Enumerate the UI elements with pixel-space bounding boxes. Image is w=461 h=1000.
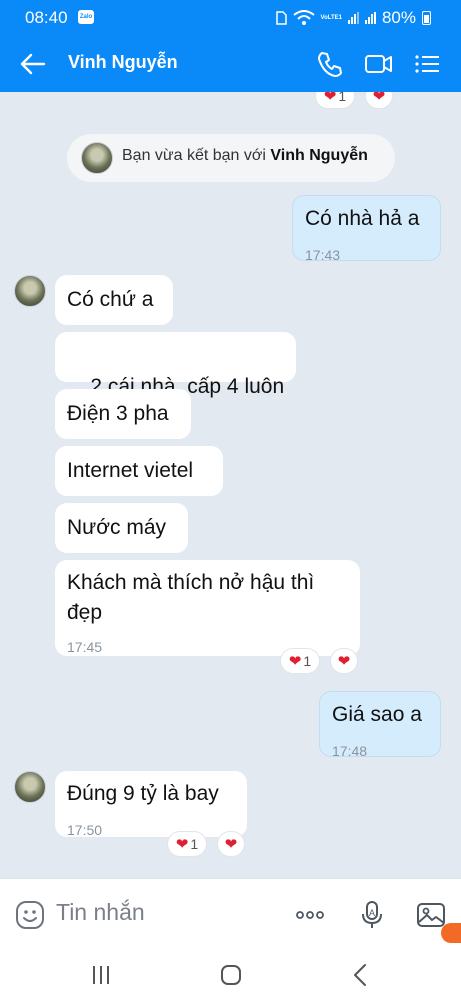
message-composer: Tin nhắn A [0, 878, 461, 950]
message-text: Đúng 9 tỷ là bay [67, 782, 219, 805]
reaction-count-pill[interactable]: ❤ 1 [168, 832, 206, 856]
system-message-name: Vinh Nguyễn [270, 147, 368, 164]
phone-icon[interactable] [315, 49, 345, 79]
reaction-count-pill[interactable]: ❤ 1 [316, 92, 354, 108]
message-bubble-outgoing[interactable]: Giá sao a 17:48 [319, 691, 441, 759]
heart-react-button[interactable]: ❤ [331, 649, 357, 673]
system-navigation-bar [0, 950, 461, 1000]
message-text-line: Khách mà thích nở hậu thì [67, 571, 315, 594]
message-text-line: đẹp [67, 601, 103, 624]
nav-back-icon[interactable] [346, 962, 376, 988]
battery-icon [422, 11, 431, 25]
reaction-count: 1 [303, 653, 312, 669]
message-bubble-incoming[interactable]: 2 cái nhà cấp 4 luôn [55, 332, 296, 398]
status-time: 08:40 [25, 8, 68, 27]
message-text: Nước máy [67, 516, 167, 539]
message-text: Giá sao a [332, 703, 422, 726]
menu-icon[interactable] [412, 49, 442, 79]
battery-percent: 80% [381, 8, 416, 27]
sticker-icon[interactable] [14, 899, 46, 931]
system-message-text: Bạn vừa kết bạn với Vinh Nguyễn [122, 147, 368, 165]
wifi-icon [292, 10, 315, 25]
message-bubble-incoming[interactable]: Điện 3 pha [55, 389, 191, 439]
message-time: 17:43 [305, 247, 341, 263]
status-indicators: VoLTE1 80% [275, 8, 431, 28]
mic-icon[interactable]: A [356, 899, 388, 931]
reaction-count: 1 [190, 836, 199, 852]
message-text: Có chứ a [67, 288, 154, 311]
avatar[interactable] [14, 275, 46, 307]
status-bar: 08:40 Zalo VoLTE1 80% [0, 0, 461, 36]
signal-icon [347, 12, 359, 24]
message-bubble-incoming[interactable]: Nước máy [55, 503, 188, 553]
heart-react-button[interactable]: ❤ [366, 92, 392, 108]
reaction-count: 1 [338, 92, 347, 104]
heart-icon: ❤ [323, 92, 337, 105]
message-bubble-incoming[interactable]: Có chứ a [55, 275, 173, 325]
avatar[interactable] [81, 142, 113, 174]
chat-header: Vinh Nguyễn [0, 36, 461, 92]
message-time: 17:50 [67, 822, 103, 838]
heart-icon: ❤ [175, 835, 189, 853]
heart-icon: ❤ [372, 92, 386, 105]
heart-icon: ❤ [337, 652, 351, 670]
signal-2-icon [364, 12, 376, 24]
heart-react-button[interactable]: ❤ [218, 832, 244, 856]
video-call-icon[interactable] [364, 49, 394, 79]
message-bubble-incoming[interactable]: Đúng 9 tỷ là bay 17:50 [55, 771, 247, 838]
message-input[interactable]: Tin nhắn [56, 899, 145, 926]
avatar[interactable] [14, 771, 46, 803]
heart-icon: ❤ [224, 835, 238, 853]
message-bubble-incoming[interactable]: Khách mà thích nở hậu thì đẹp 17:45 [55, 560, 360, 656]
message-time: 17:48 [332, 743, 368, 759]
more-icon[interactable] [294, 899, 326, 931]
nav-recents-icon[interactable] [86, 962, 116, 988]
friend-added-notice: Bạn vừa kết bạn với Vinh Nguyễn [67, 134, 395, 182]
message-time: 17:45 [67, 639, 103, 655]
zalo-notification-icon: Zalo [78, 10, 94, 24]
nav-home-icon[interactable] [216, 962, 246, 988]
svg-text:A: A [369, 908, 375, 918]
message-bubble-outgoing[interactable]: Có nhà hả a 17:43 [292, 195, 441, 263]
sim-card-icon [275, 11, 287, 25]
volte-label: VoLTE1 [320, 14, 342, 21]
chat-area[interactable]: ❤ 1 ❤ Bạn vừa kết bạn với Vinh Nguyễn Có… [0, 92, 461, 878]
heart-icon: ❤ [288, 652, 302, 670]
message-text: Có nhà hả a [305, 207, 420, 230]
contact-name[interactable]: Vinh Nguyễn [68, 52, 178, 73]
message-text: Internet vietel [67, 459, 194, 482]
message-bubble-incoming[interactable]: Internet vietel [55, 446, 223, 496]
back-icon[interactable] [18, 50, 48, 78]
system-message-prefix: Bạn vừa kết bạn với [122, 147, 271, 164]
floating-bubble-icon[interactable] [441, 923, 461, 943]
reaction-count-pill[interactable]: ❤ 1 [281, 649, 319, 673]
message-text: Điện 3 pha [67, 402, 169, 425]
